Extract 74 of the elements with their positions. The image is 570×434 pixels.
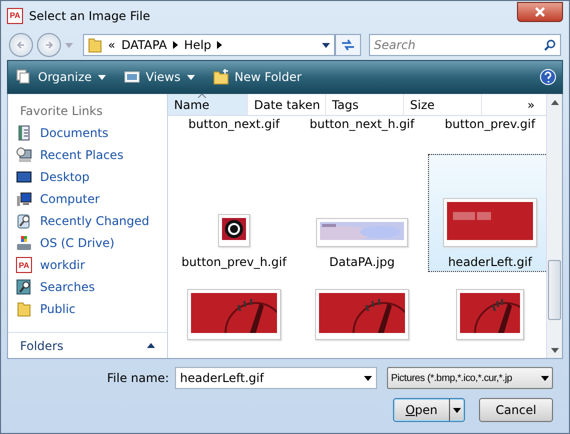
favorite-link[interactable]: Documents xyxy=(40,126,108,140)
new-folder-icon xyxy=(212,69,228,85)
favorite-link[interactable]: Recently Changed xyxy=(40,214,150,228)
folder-icon xyxy=(16,301,32,317)
help-icon[interactable] xyxy=(540,69,556,85)
pages-icon xyxy=(16,69,32,85)
views-icon xyxy=(124,70,140,84)
dropdown-arrow-icon xyxy=(186,74,194,80)
dropdown-arrow-icon xyxy=(322,42,330,48)
address-bar[interactable]: « DATAPA Help xyxy=(83,34,335,56)
favorite-link[interactable]: Public xyxy=(40,302,76,316)
refresh-icon xyxy=(341,39,355,51)
scrollbar-thumb[interactable] xyxy=(548,260,561,320)
toolbar-button[interactable]: New Folder xyxy=(210,67,304,87)
file-name: button_next.gif xyxy=(188,117,280,131)
breadcrumb[interactable]: DATAPA xyxy=(121,38,167,52)
dropdown-arrow-icon xyxy=(453,408,461,412)
searches-icon xyxy=(16,279,32,295)
window-title: Select an Image File xyxy=(29,8,152,22)
chevron-icon[interactable] xyxy=(172,41,178,49)
file-name: button_next_h.gif xyxy=(310,117,414,131)
file-item[interactable]: button_next_h.gif xyxy=(300,116,424,134)
forward-button[interactable] xyxy=(37,33,61,57)
file-item[interactable]: button_prev.gif xyxy=(428,116,546,134)
dropdown-arrow-icon xyxy=(364,376,372,380)
file-name: headerLeft.gif xyxy=(448,255,532,269)
breadcrumb[interactable]: Help xyxy=(184,38,212,52)
computer-icon xyxy=(16,191,32,207)
app-icon: PA xyxy=(7,8,23,24)
file-item[interactable]: button_prev_h.gif xyxy=(172,154,296,272)
favorite-link[interactable]: Searches xyxy=(40,280,95,294)
collapse-icon xyxy=(550,100,558,104)
search-field[interactable]: Search xyxy=(369,34,561,56)
refresh-button[interactable] xyxy=(335,34,361,56)
dropdown-arrow-icon xyxy=(550,348,558,352)
dropdown-arrow-icon xyxy=(541,376,549,380)
file-item[interactable]: button_next.gif xyxy=(172,116,296,134)
app-badge-icon: PA xyxy=(16,257,32,273)
collapse-icon xyxy=(147,343,155,348)
file-item[interactable]: DataPA.jpg xyxy=(300,154,424,272)
recent-places-icon xyxy=(16,147,32,163)
file-name: button_prev_h.gif xyxy=(182,255,286,269)
chevron-icon[interactable] xyxy=(217,41,222,49)
back-arrow-icon xyxy=(16,40,26,50)
section-header: Favorite Links xyxy=(19,103,104,120)
favorite-link[interactable]: Recent Places xyxy=(40,148,124,162)
documents-icon xyxy=(16,125,32,141)
favorite-link[interactable]: OS (C Drive) xyxy=(40,236,114,250)
file-type-dropdown[interactable]: Pictures (*.bmp,*.ico,*.cur,*.jp xyxy=(387,367,553,389)
recently-changed-icon xyxy=(16,213,32,229)
column-header[interactable]: Name xyxy=(168,94,248,115)
favorite-link[interactable]: workdir xyxy=(40,258,85,272)
close-button[interactable] xyxy=(517,2,563,22)
selected-file[interactable]: headerLeft.gif xyxy=(428,154,546,272)
dialog-button[interactable]: Open xyxy=(393,398,465,422)
toolbar-button[interactable]: Organize xyxy=(14,67,108,87)
favorite-link[interactable]: Desktop xyxy=(40,170,90,184)
search-icon xyxy=(544,39,556,51)
folder-icon xyxy=(88,37,102,53)
overflow-chevron[interactable]: « xyxy=(108,38,116,52)
back-button[interactable] xyxy=(9,33,33,57)
toolbar-button[interactable]: Views xyxy=(122,68,196,86)
file-name: button_prev.gif xyxy=(444,117,536,131)
dropdown-arrow-icon xyxy=(65,42,73,48)
favorite-link[interactable]: Computer xyxy=(40,192,100,206)
desktop-icon xyxy=(16,169,32,185)
field-label: File name: xyxy=(107,371,170,385)
file-name: DataPA.jpg xyxy=(329,255,395,269)
dialog-button[interactable]: Cancel xyxy=(479,398,553,422)
close-icon xyxy=(534,6,546,16)
file-name-field[interactable]: headerLeft.gif xyxy=(175,367,377,389)
drive-icon xyxy=(16,235,32,251)
dropdown-arrow-icon xyxy=(98,74,106,80)
forward-arrow-icon xyxy=(44,40,54,50)
